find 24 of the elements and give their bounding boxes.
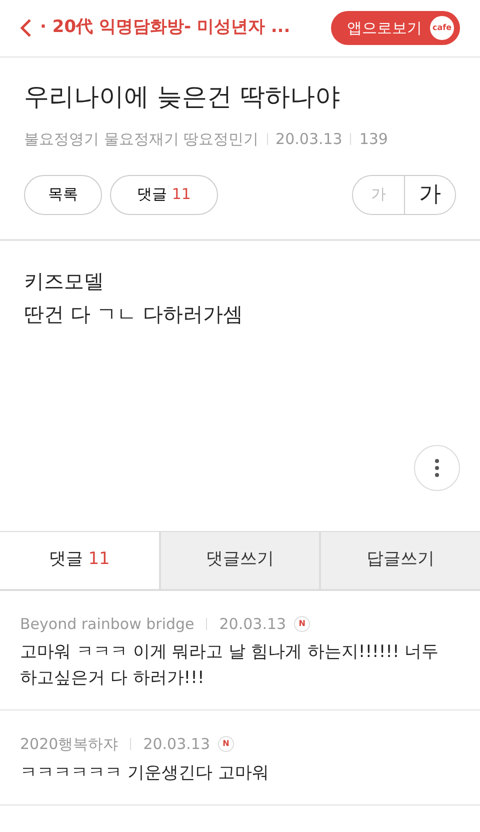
comment-date: 20.03.13 <box>143 734 210 755</box>
more-icon <box>435 458 439 476</box>
body-text: 딴건 다 ㄱㄴ 다하러가셈 <box>24 300 244 328</box>
comments-button[interactable]: 댓글 11 <box>110 174 218 214</box>
comment-text: 고마워 ㅋㅋㅋ 이게 뭐라고 날 힘나게 하는지!!!!!! 너두 하고싶은거 다 하러가!!! <box>20 641 440 690</box>
font-size-large-button[interactable]: 가 <box>404 176 455 214</box>
list-button[interactable]: 목록 <box>24 174 102 214</box>
new-badge: N <box>218 736 234 752</box>
author-name: 불요정영기 물요정재기 땅요정민기 <box>24 129 259 150</box>
open-app-button[interactable]: 앱으로보기 cafe <box>331 11 460 45</box>
view-count: 139 <box>359 129 388 150</box>
cafe-title[interactable]: · 20代 익명담화방- 미성년자 ... <box>40 15 290 41</box>
comment-tab[interactable]: 댓글쓰기 <box>160 532 322 588</box>
comment-author: 2020행복하쟈 <box>20 734 118 755</box>
comment-tab[interactable]: 답글쓰기 <box>321 532 480 588</box>
cafe-logo: cafe <box>430 16 454 40</box>
body-text: 키즈모델 <box>24 268 105 294</box>
comment-text: ㅋㅋㅋㅋㅋㅋ 기운생긴다 고마워 <box>20 762 270 784</box>
post-title: 우리나이에 늦은건 딱하나야 <box>24 82 341 112</box>
comment-author: Beyond rainbow bridge <box>20 614 194 634</box>
post-date: 20.03.13 <box>276 129 342 150</box>
new-badge: N <box>294 616 310 632</box>
comment-date: 20.03.13 <box>219 614 286 634</box>
back-icon[interactable] <box>20 18 32 38</box>
